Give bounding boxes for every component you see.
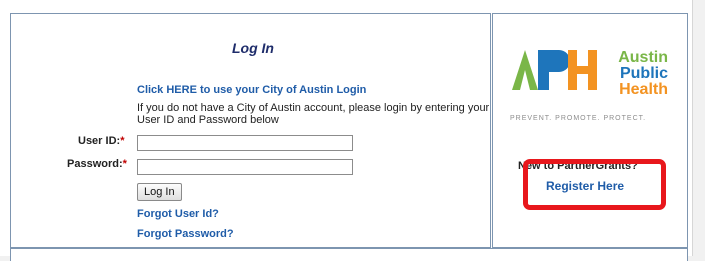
password-label: Password:* [67, 158, 127, 170]
logo-tagline: PREVENT. PROMOTE. PROTECT. [510, 115, 647, 122]
logo-line3: Health [619, 81, 668, 98]
password-input[interactable] [137, 159, 353, 175]
forgot-password-link[interactable]: Forgot Password? [137, 228, 234, 240]
logo-letter-p-stem [538, 50, 549, 90]
page-title: Log In [232, 40, 274, 56]
city-login-link[interactable]: Click HERE to use your City of Austin Lo… [137, 84, 366, 96]
password-label-text: Password: [67, 158, 123, 170]
logo-letter-p-bowl [549, 50, 570, 72]
logo-line1: Austin [618, 49, 668, 66]
logo-letter-h-bar [568, 66, 597, 74]
userid-label: User ID:* [78, 135, 124, 147]
bottom-panel [10, 248, 688, 261]
userid-input[interactable] [137, 135, 353, 151]
forgot-userid-link[interactable]: Forgot User Id? [137, 208, 219, 220]
required-marker: * [122, 158, 127, 170]
userid-label-text: User ID: [78, 135, 121, 147]
logo-letter-a [512, 50, 538, 90]
login-instructions: If you do not have a City of Austin acco… [137, 102, 490, 126]
register-highlight-box [523, 159, 666, 210]
required-marker: * [120, 135, 125, 147]
login-button[interactable]: Log In [137, 183, 182, 201]
logo-line2: Public [620, 65, 668, 82]
